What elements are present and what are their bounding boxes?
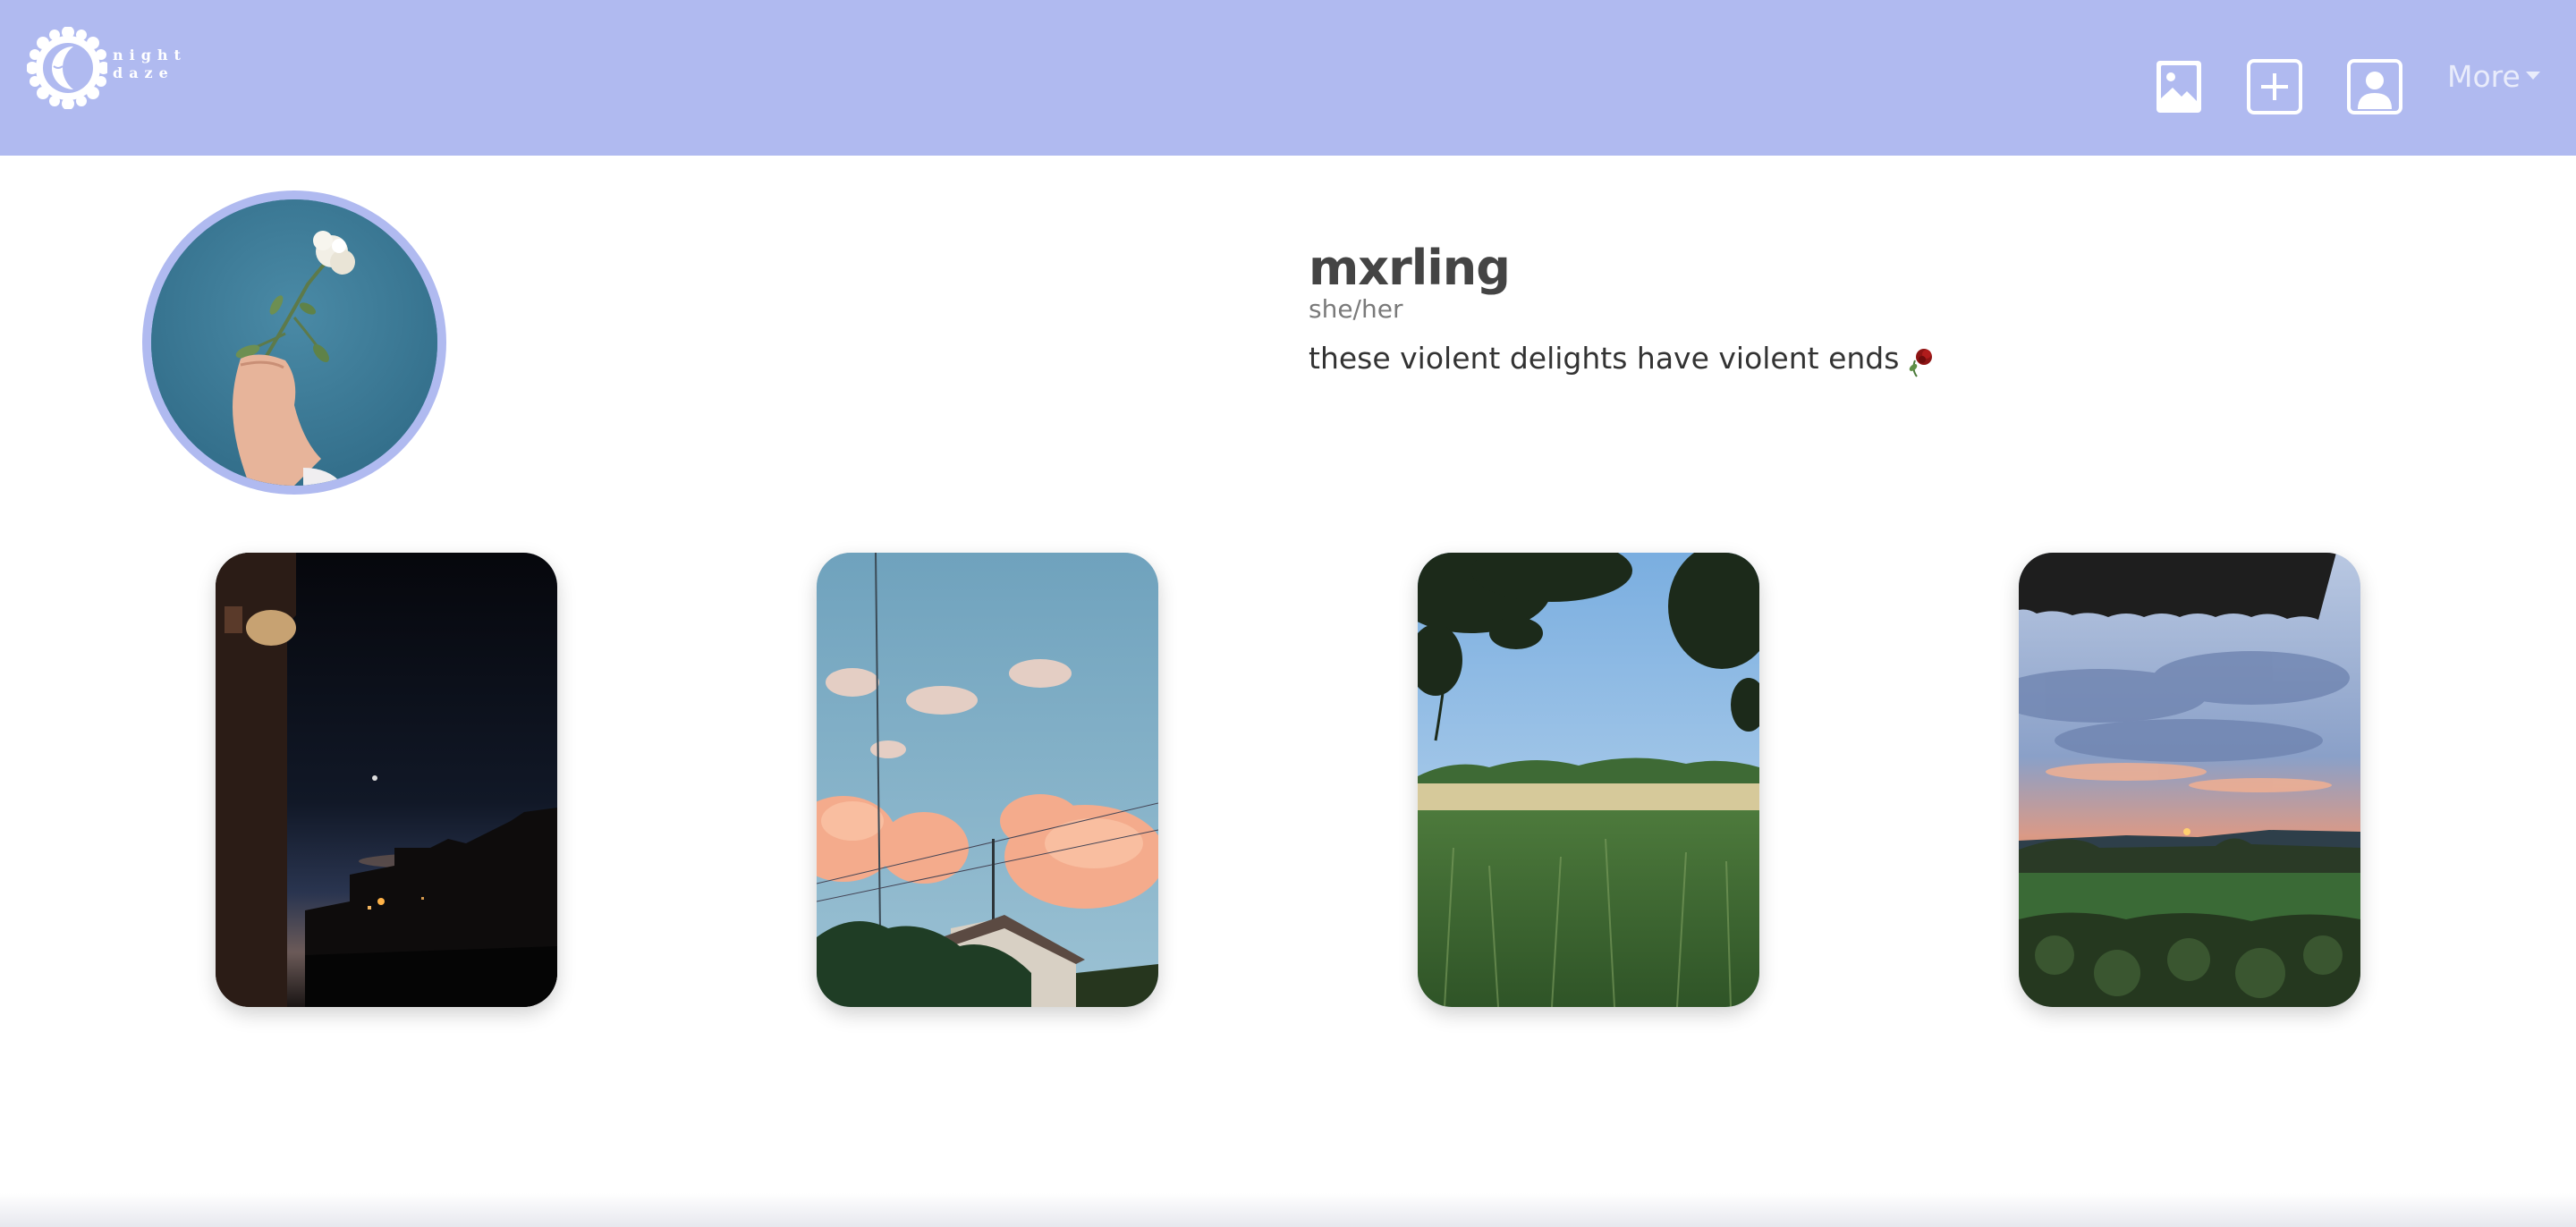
profile-pronouns: she/her — [1309, 294, 1403, 324]
more-dropdown[interactable]: More — [2447, 57, 2540, 97]
logo-text: night daze — [113, 47, 187, 81]
more-label: More — [2447, 59, 2521, 94]
post-card-sunset-field[interactable] — [2019, 553, 2360, 1007]
add-post-icon[interactable] — [2247, 59, 2302, 114]
post-card-night-street[interactable] — [216, 553, 557, 1007]
post-card-pink-clouds[interactable] — [817, 553, 1158, 1007]
gallery-icon[interactable] — [2151, 59, 2207, 114]
footer-shadow — [0, 1193, 2576, 1227]
profile-bio-text: these violent delights have violent ends — [1309, 341, 1900, 376]
chevron-down-icon — [2525, 72, 2540, 80]
top-navbar: night daze More — [0, 0, 2576, 156]
sun-moon-logo-icon — [26, 26, 110, 110]
post-image — [216, 553, 557, 1007]
post-card-green-field[interactable] — [1418, 553, 1759, 1007]
post-image — [817, 553, 1158, 1007]
post-image — [1418, 553, 1759, 1007]
night-daze-logo[interactable]: night daze — [26, 26, 197, 110]
avatar-photo — [151, 199, 437, 486]
rose-emoji-icon — [1904, 343, 1940, 378]
profile-username: mxrling — [1309, 240, 1511, 296]
avatar[interactable] — [142, 190, 446, 495]
post-image — [2019, 553, 2360, 1007]
profile-bio: these violent delights have violent ends — [1309, 338, 1940, 379]
profile-icon[interactable] — [2347, 59, 2402, 114]
